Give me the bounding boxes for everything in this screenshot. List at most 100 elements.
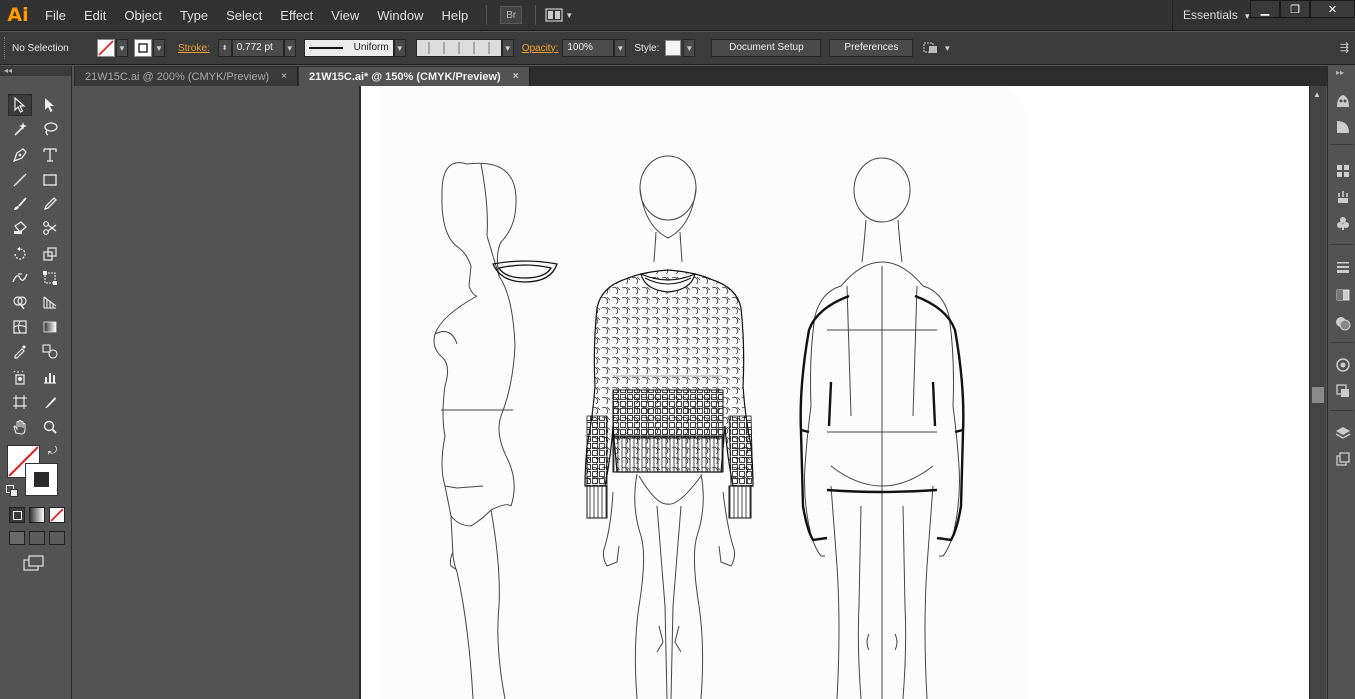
blob-brush-icon [14, 221, 27, 234]
lasso-tool[interactable] [38, 118, 62, 140]
artboard-tool[interactable] [8, 391, 32, 413]
opacity-dropdown[interactable]: ▼ [614, 39, 627, 57]
width-tool[interactable] [8, 267, 32, 289]
document-tab-2[interactable]: 21W15C.ai* @ 150% (CMYK/Preview) × [299, 67, 530, 86]
zoom-tool[interactable] [38, 416, 62, 438]
tools-panel-collapse[interactable]: ◂◂ [0, 66, 71, 76]
screen-mode-button[interactable] [23, 555, 45, 574]
swap-fill-stroke-icon[interactable]: ⤾ [48, 445, 57, 458]
eyedropper-tool[interactable] [8, 340, 32, 362]
brush-dropdown[interactable]: ▼ [501, 39, 514, 57]
opacity-field[interactable]: 100% [562, 39, 615, 57]
minimize-button[interactable]: ▁ [1250, 0, 1280, 18]
graphic-style-dropdown[interactable]: ▼ [683, 39, 696, 57]
isolate-mode-button[interactable]: ▼ [923, 41, 951, 55]
color-guide-panel-icon[interactable] [1334, 118, 1352, 136]
perspective-grid-tool[interactable] [38, 291, 62, 313]
scroll-up-icon[interactable]: ▲ [1313, 90, 1321, 99]
menu-file[interactable]: File [36, 0, 75, 31]
workspace-label: Essentials [1183, 8, 1238, 22]
draw-normal-button[interactable] [9, 531, 25, 545]
color-mode-button[interactable] [9, 507, 25, 523]
close-button[interactable]: ✕ [1310, 0, 1355, 18]
hand-tool[interactable] [8, 416, 32, 438]
column-graph-tool[interactable] [38, 366, 62, 388]
magic-wand-tool[interactable] [8, 118, 32, 140]
stroke-weight-dropdown[interactable]: ▼ [283, 39, 296, 57]
scissors-tool[interactable] [38, 217, 62, 239]
vertical-scrollbar[interactable]: ▲ [1309, 86, 1326, 699]
menu-effect[interactable]: Effect [271, 0, 322, 31]
shape-builder-tool[interactable] [8, 291, 32, 313]
stroke-swatch[interactable] [134, 39, 152, 57]
artboards-panel-icon[interactable] [1334, 450, 1352, 468]
stroke-color-box[interactable] [25, 463, 58, 496]
graphic-style-swatch[interactable] [665, 40, 682, 56]
fill-dropdown[interactable]: ▼ [116, 39, 128, 57]
none-mode-button[interactable] [49, 507, 65, 523]
fill-swatch[interactable] [97, 39, 115, 57]
rectangle-tool[interactable] [38, 169, 62, 191]
stroke-weight-stepper[interactable]: ⬍ [217, 39, 232, 57]
layers-panel-icon[interactable] [1334, 424, 1352, 442]
panel-menu-icon[interactable]: ⇶ [1340, 41, 1349, 54]
mesh-tool[interactable] [8, 316, 32, 338]
symbol-sprayer-tool[interactable] [8, 366, 32, 388]
dock-collapse-icon[interactable]: ▸▸ [1336, 68, 1344, 77]
scale-tool[interactable] [38, 243, 62, 265]
pencil-tool[interactable] [38, 193, 62, 215]
rotate-tool[interactable] [8, 243, 32, 265]
type-tool[interactable] [38, 144, 62, 166]
bridge-button[interactable]: Br [500, 6, 523, 24]
menu-edit[interactable]: Edit [75, 0, 115, 31]
direct-selection-tool[interactable] [38, 94, 62, 116]
document-tab-1[interactable]: 21W15C.ai @ 200% (CMYK/Preview) × [75, 67, 299, 86]
appearance-panel-icon[interactable] [1334, 356, 1352, 374]
gradient-mode-button[interactable] [29, 507, 45, 523]
color-panel-icon[interactable] [1334, 92, 1352, 110]
pen-tool[interactable] [8, 144, 32, 166]
artboard[interactable] [361, 86, 1309, 699]
variable-width-profile[interactable]: Uniform [303, 39, 394, 57]
draw-inside-button[interactable] [49, 531, 65, 545]
stroke-weight-field[interactable]: 0.772 pt [231, 39, 284, 57]
close-icon[interactable]: × [513, 71, 519, 82]
opacity-label[interactable]: Opacity: [522, 43, 559, 54]
line-segment-tool[interactable] [8, 169, 32, 191]
slice-tool[interactable] [38, 391, 62, 413]
menu-window[interactable]: Window [368, 0, 432, 31]
symbols-panel-icon[interactable] [1334, 214, 1352, 232]
arrange-documents-button[interactable]: ▼ [545, 8, 573, 22]
preferences-button[interactable]: Preferences [829, 39, 914, 57]
close-icon[interactable]: × [281, 71, 287, 82]
document-canvas[interactable] [74, 86, 1327, 699]
stroke-label[interactable]: Stroke: [178, 43, 210, 54]
draw-behind-button[interactable] [29, 531, 45, 545]
document-setup-button[interactable]: Document Setup [711, 39, 822, 57]
workspace-switcher[interactable]: Essentials ▾ [1172, 0, 1256, 31]
brush-definition[interactable] [415, 39, 502, 57]
graphic-styles-panel-icon[interactable] [1334, 382, 1352, 400]
selection-tool[interactable] [8, 94, 32, 116]
default-fill-stroke-icon[interactable] [6, 485, 18, 497]
transparency-panel-icon[interactable] [1334, 314, 1352, 332]
stroke-dropdown[interactable]: ▼ [153, 39, 165, 57]
menu-help[interactable]: Help [432, 0, 477, 31]
gradient-tool[interactable] [38, 316, 62, 338]
brushes-panel-icon[interactable] [1334, 188, 1352, 206]
menu-type[interactable]: Type [171, 0, 217, 31]
restore-button[interactable]: ❐ [1280, 0, 1310, 18]
gradient-panel-icon[interactable] [1334, 286, 1352, 304]
blend-tool[interactable] [38, 340, 62, 362]
menu-view[interactable]: View [322, 0, 368, 31]
free-transform-tool[interactable] [38, 267, 62, 289]
profile-dropdown[interactable]: ▼ [393, 39, 406, 57]
scrollbar-thumb[interactable] [1312, 387, 1324, 403]
brush-preview-icon [428, 42, 490, 54]
menu-select[interactable]: Select [217, 0, 271, 31]
stroke-panel-icon[interactable] [1334, 258, 1352, 276]
paintbrush-tool[interactable] [8, 193, 32, 215]
swatches-panel-icon[interactable] [1334, 162, 1352, 180]
menu-object[interactable]: Object [115, 0, 171, 31]
blob-brush-tool[interactable] [8, 217, 32, 239]
